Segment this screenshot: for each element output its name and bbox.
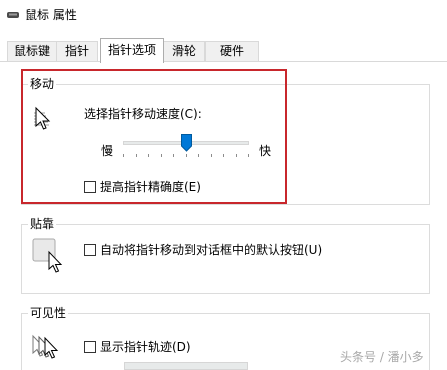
pointer-trails-checkbox[interactable] <box>84 341 96 353</box>
snap-to-group: 贴靠 <box>21 216 430 294</box>
enhance-precision-checkbox[interactable] <box>84 181 96 193</box>
mouse-icon <box>7 12 19 18</box>
slider-tick <box>248 154 249 157</box>
slider-ticks <box>123 154 249 158</box>
slider-tick <box>198 154 199 157</box>
slider-thumb[interactable] <box>181 134 192 152</box>
slider-tick <box>136 154 137 157</box>
pointer-trails-icon <box>32 334 59 359</box>
tab-buttons[interactable]: 鼠标键 <box>7 41 57 62</box>
pointer-trails-label: 显示指针轨迹(D) <box>100 340 191 354</box>
motion-legend: 移动 <box>28 76 57 92</box>
title-bar: 鼠标 属性 <box>0 0 447 30</box>
trail-length-slider[interactable] <box>124 362 248 370</box>
tab-pointers[interactable]: 指针 <box>56 41 98 62</box>
window-title: 鼠标 属性 <box>25 8 77 22</box>
slider-tick <box>148 154 149 157</box>
pointer-speed-slider[interactable] <box>123 134 249 160</box>
slider-tick <box>173 154 174 157</box>
enhance-precision-label: 提高指针精确度(E) <box>100 180 201 194</box>
snap-to-legend: 贴靠 <box>28 216 57 232</box>
snap-to-icon <box>32 238 63 273</box>
slider-tick <box>223 154 224 157</box>
snap-to-checkbox[interactable] <box>84 244 96 256</box>
slider-tick <box>211 154 212 157</box>
slider-tick <box>123 154 124 157</box>
snap-to-label: 自动将指针移动到对话框中的默认按钮(U) <box>100 243 323 257</box>
tab-strip: 鼠标键 指针 指针选项 滑轮 硬件 <box>0 38 447 63</box>
tab-pointer-options[interactable]: 指针选项 <box>100 38 164 63</box>
tab-wheel[interactable]: 滑轮 <box>163 41 205 62</box>
tab-hardware[interactable]: 硬件 <box>205 41 259 62</box>
slider-tick <box>161 154 162 157</box>
slow-label: 慢 <box>101 144 114 158</box>
slider-tick <box>186 154 187 157</box>
slider-tick <box>236 154 237 157</box>
pointer-speed-label: 选择指针移动速度(C): <box>84 107 202 121</box>
fast-label: 快 <box>259 144 272 158</box>
visibility-legend: 可见性 <box>28 305 69 321</box>
watermark: 头条号 / 潘小多 <box>340 350 424 364</box>
pointer-speed-icon <box>34 106 51 130</box>
